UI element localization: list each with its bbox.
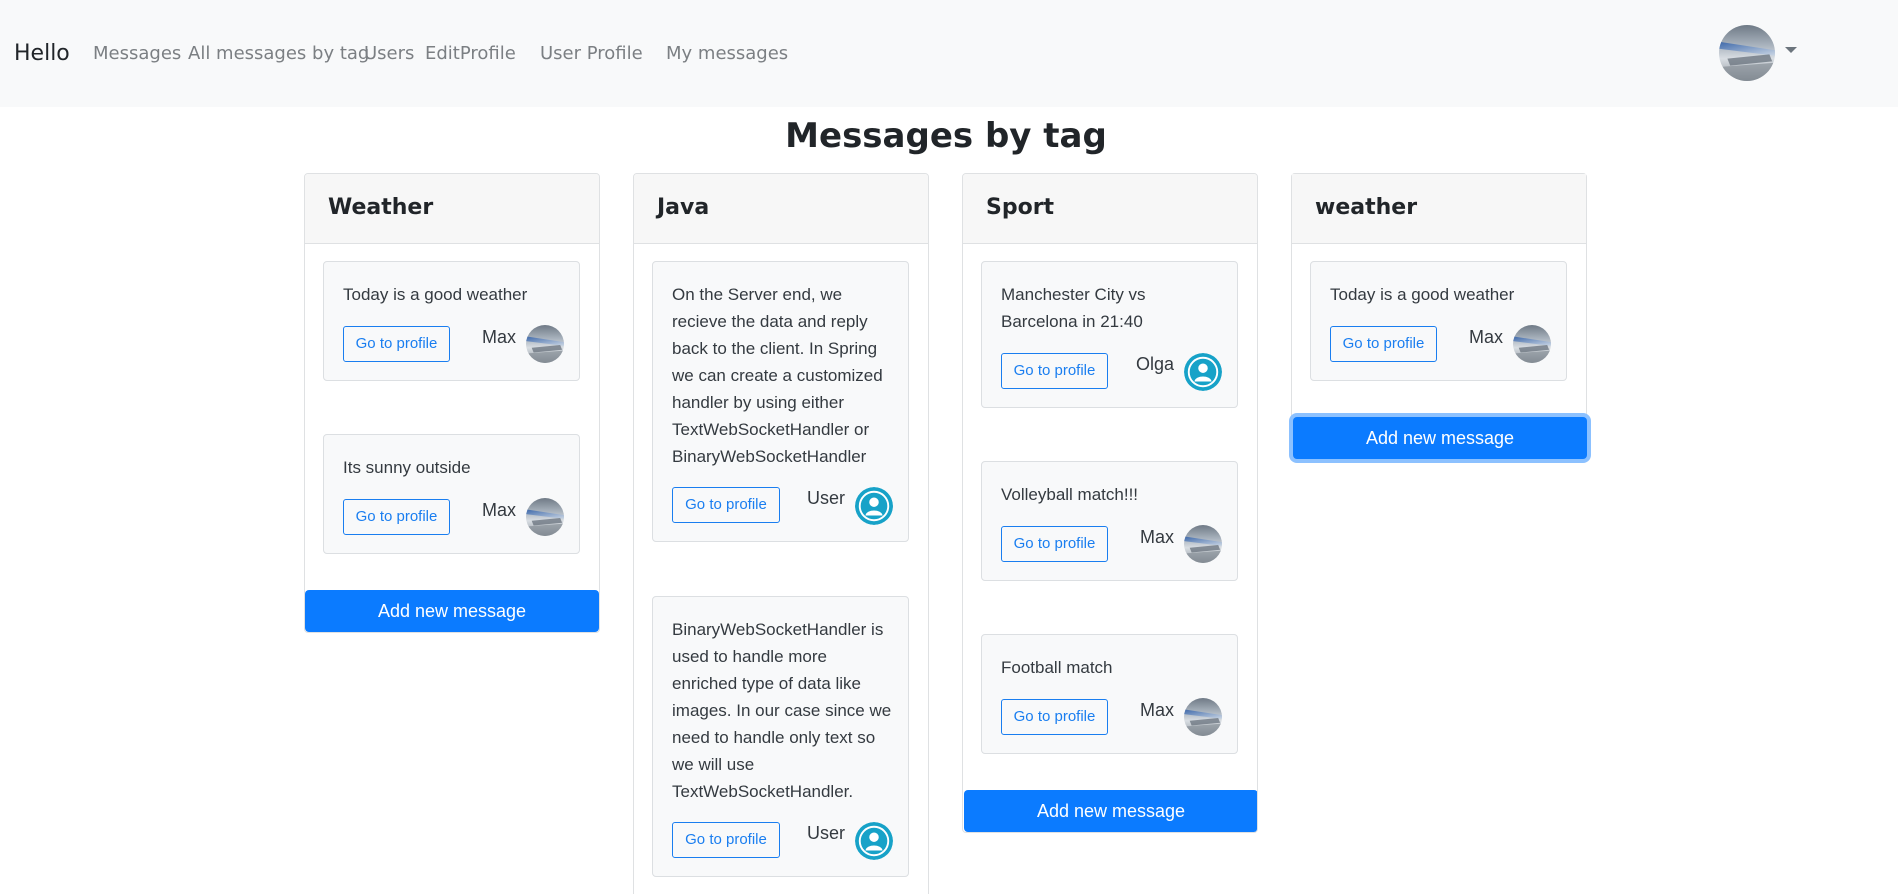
go-to-profile-button[interactable]: Go to profile [672, 487, 780, 523]
message-text: Football match [1001, 658, 1113, 677]
photo-avatar-icon [1513, 325, 1551, 363]
go-to-profile-button[interactable]: Go to profile [1001, 526, 1108, 562]
photo-avatar-icon [1184, 525, 1222, 563]
author-name: User [806, 823, 845, 843]
column-header: weather [1292, 174, 1586, 244]
author-name: Max [1468, 327, 1503, 347]
photo-avatar-icon [1184, 698, 1222, 736]
message-card: Today is a good weather Go to profile Ma… [323, 261, 580, 381]
tag-column-sport: Sport Manchester City vs Barcelona in 21… [962, 173, 1258, 833]
message-text: Today is a good weather [343, 285, 528, 304]
brand-link[interactable]: Hello [14, 40, 70, 68]
page-title: Messages by tag [785, 116, 1107, 156]
message-card: On the Server end, we recieve the data a… [652, 261, 909, 542]
add-new-message-button[interactable]: Add new message [964, 790, 1257, 832]
photo-avatar-icon [526, 498, 564, 536]
nav-link-edit-profile[interactable]: EditProfile [425, 43, 516, 65]
author-name: Max [481, 327, 516, 347]
tag-column-weather: Weather Today is a good weather Go to pr… [304, 173, 600, 633]
column-header: Sport [963, 174, 1257, 244]
go-to-profile-button[interactable]: Go to profile [1330, 326, 1437, 362]
nav-link-all-messages-by-tag[interactable]: All messages by tag [188, 43, 369, 65]
message-text: Today is a good weather [1330, 285, 1515, 304]
column-header: Java [634, 174, 928, 244]
message-text: On the Server end, we recieve the data a… [672, 285, 883, 466]
message-text: Its sunny outside [343, 458, 471, 477]
tag-title: Weather [328, 195, 434, 220]
message-card: Today is a good weather Go to profile Ma… [1310, 261, 1567, 381]
nav-link-user-profile[interactable]: User Profile [540, 43, 643, 65]
navbar: Hello Messages All messages by tag Users… [0, 0, 1898, 107]
go-to-profile-button[interactable]: Go to profile [1001, 699, 1108, 735]
photo-avatar-icon [526, 325, 564, 363]
add-new-message-button[interactable]: Add new message [305, 590, 599, 632]
message-card: Volleyball match!!! Go to profile Max [981, 461, 1238, 581]
message-card: Its sunny outside Go to profile Max [323, 434, 580, 554]
default-user-avatar-icon [855, 487, 893, 525]
user-avatar-icon[interactable] [1719, 25, 1775, 81]
nav-link-messages[interactable]: Messages [93, 43, 181, 65]
go-to-profile-button[interactable]: Go to profile [1001, 353, 1108, 389]
message-card: Football match Go to profile Max [981, 634, 1238, 754]
message-text: Volleyball match!!! [1001, 485, 1139, 504]
message-text: BinaryWebSocketHandler is used to handle… [672, 620, 892, 801]
tag-title: weather [1315, 195, 1418, 220]
tag-column-java: Java On the Server end, we recieve the d… [633, 173, 929, 894]
column-header: Weather [305, 174, 599, 244]
author-name: Max [1139, 700, 1174, 720]
default-user-avatar-icon [855, 822, 893, 860]
tag-title: Java [657, 195, 710, 220]
nav-link-my-messages[interactable]: My messages [666, 43, 788, 65]
author-name: Max [1139, 527, 1174, 547]
tag-title: Sport [986, 195, 1055, 220]
author-name: Olga [1135, 354, 1174, 374]
go-to-profile-button[interactable]: Go to profile [672, 822, 780, 858]
nav-link-users[interactable]: Users [364, 43, 414, 65]
tag-column-weather-lowercase: weather Today is a good weather Go to pr… [1291, 173, 1587, 460]
go-to-profile-button[interactable]: Go to profile [343, 326, 450, 362]
caret-down-icon[interactable] [1785, 47, 1797, 53]
add-new-message-button[interactable]: Add new message [1293, 417, 1587, 459]
message-card: Manchester City vs Barcelona in 21:40 Go… [981, 261, 1238, 408]
message-card: BinaryWebSocketHandler is used to handle… [652, 596, 909, 877]
message-text: Manchester City vs Barcelona in 21:40 [1001, 285, 1146, 331]
author-name: User [806, 488, 845, 508]
author-name: Max [481, 500, 516, 520]
default-user-avatar-icon [1184, 353, 1222, 391]
go-to-profile-button[interactable]: Go to profile [343, 499, 450, 535]
